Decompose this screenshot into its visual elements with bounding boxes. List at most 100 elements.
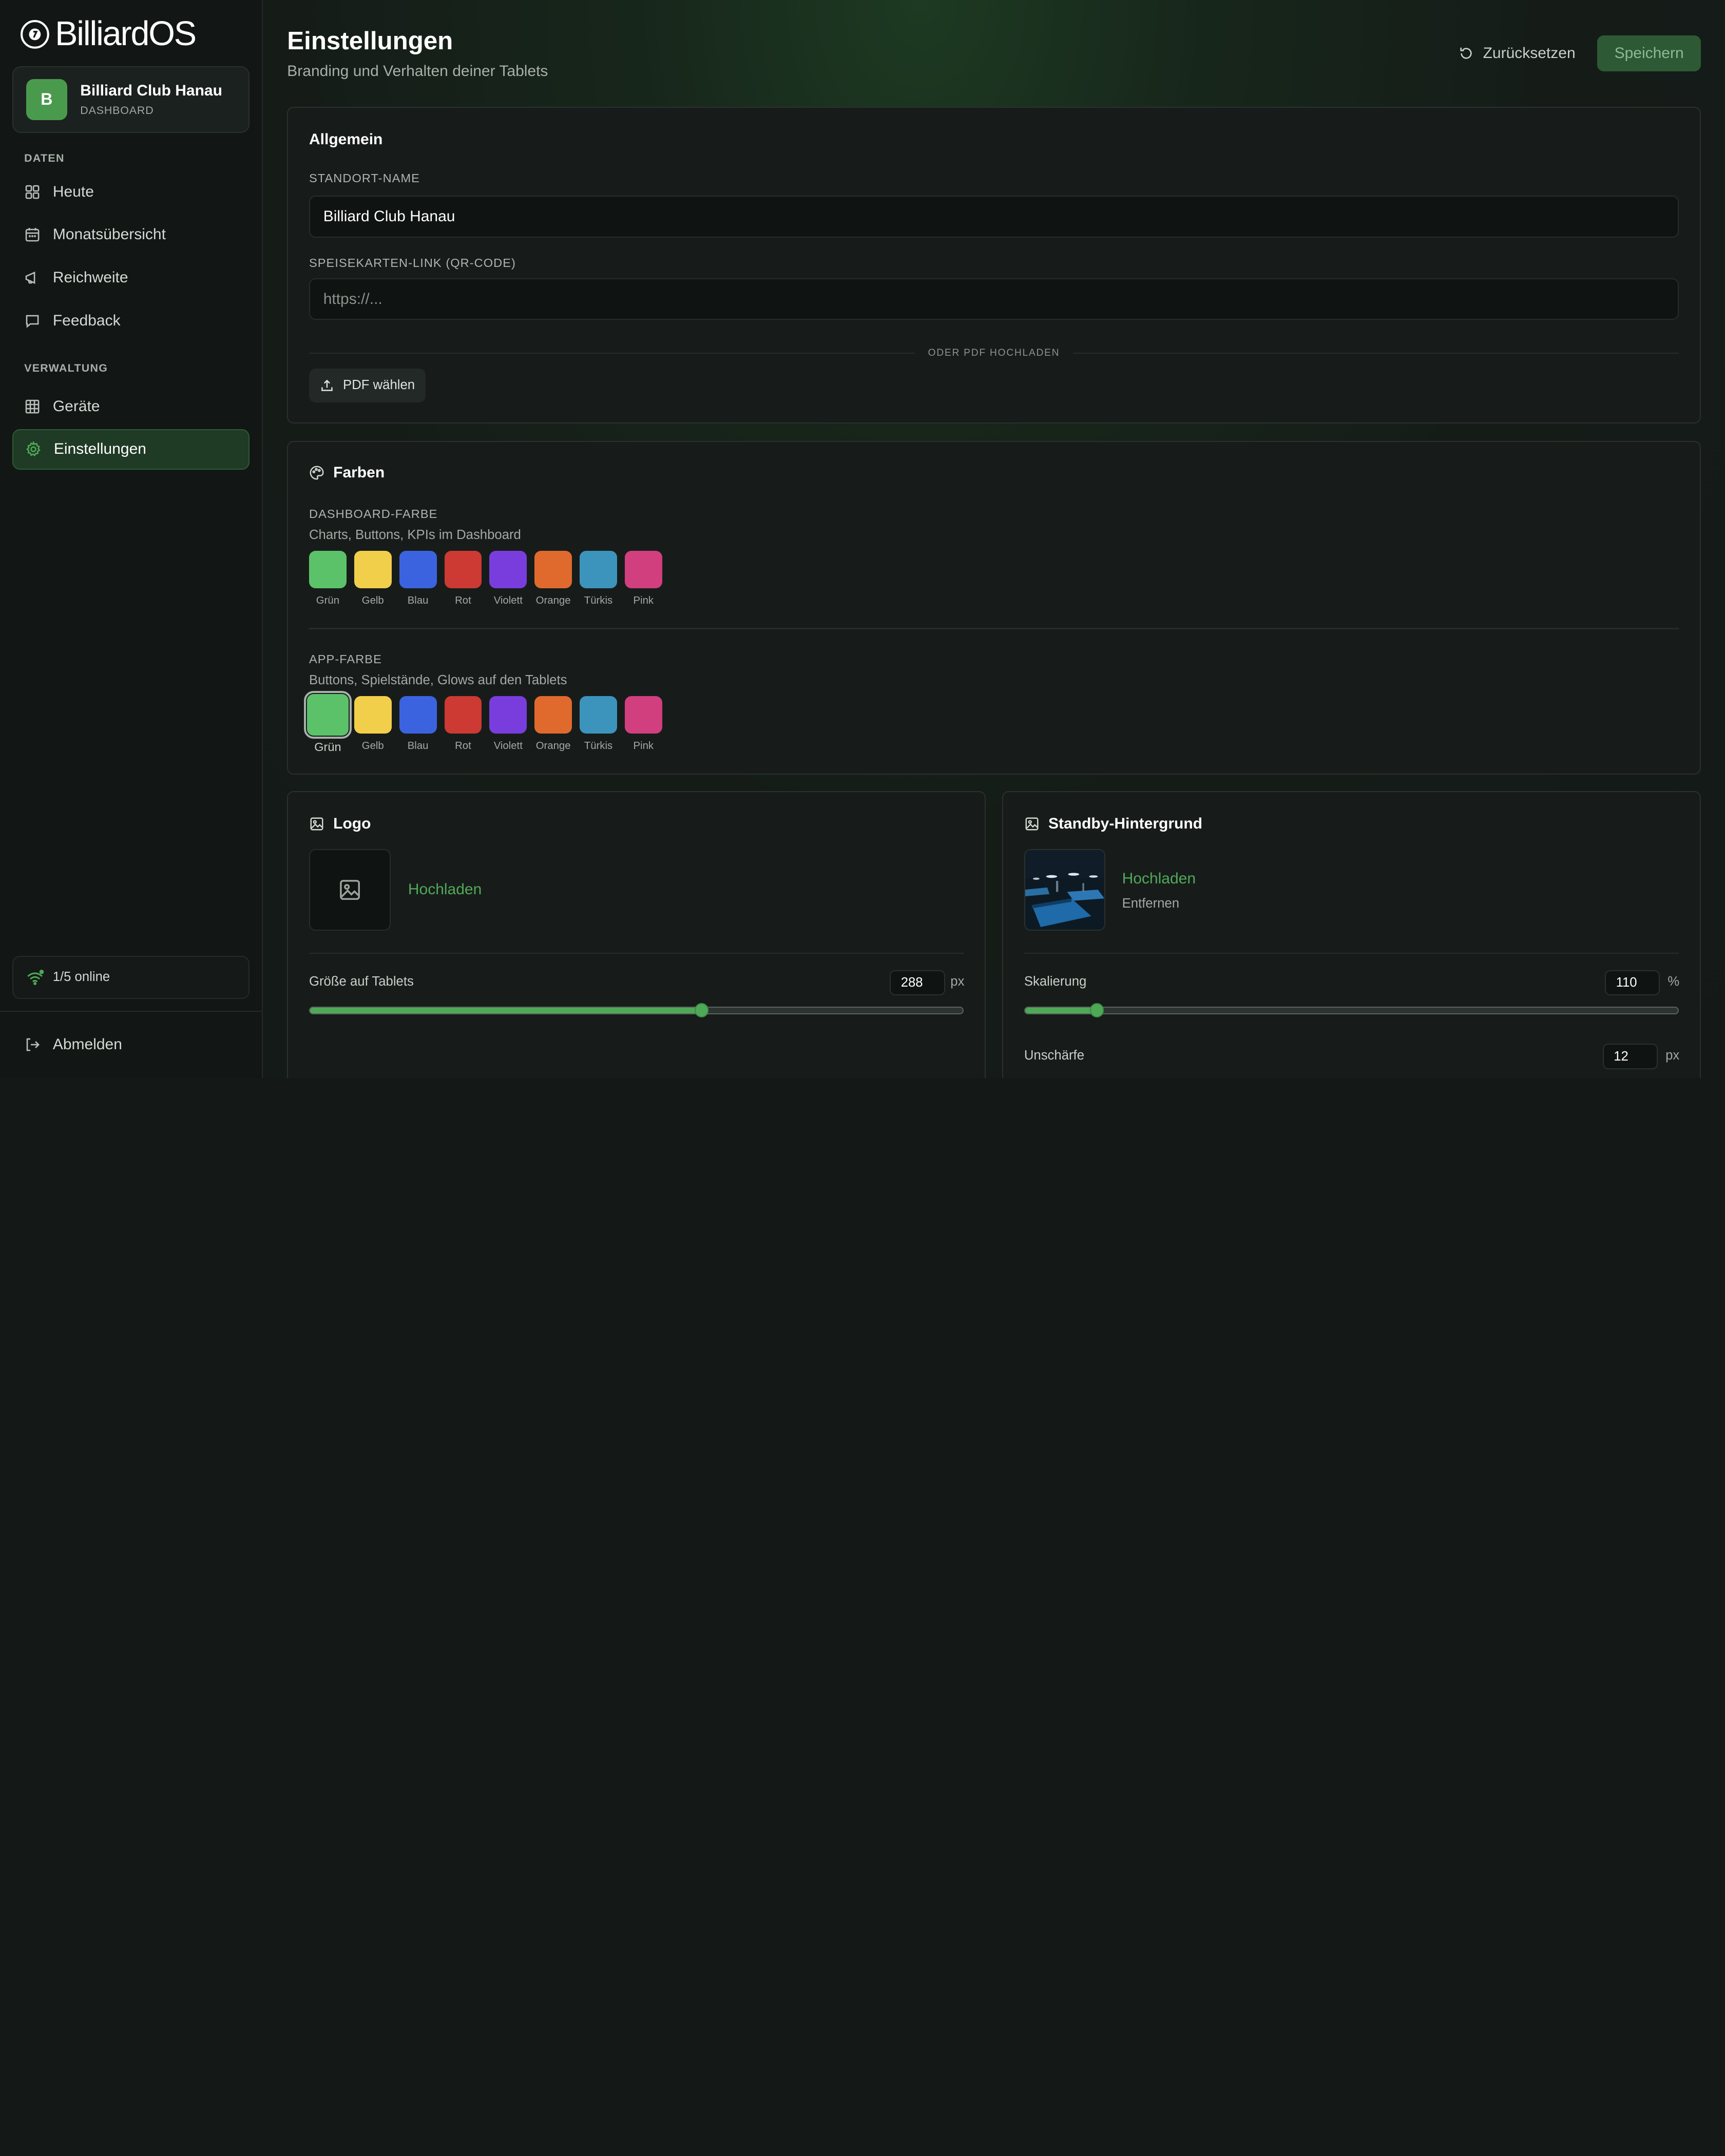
blur-unit: px [1665, 1048, 1680, 1063]
standby-title-text: Standby-Hintergrund [1048, 815, 1202, 832]
dashboard-color-swatch[interactable]: Grün [309, 551, 347, 607]
dashboard-color-swatch[interactable]: Gelb [354, 551, 392, 607]
dashboard-color-swatch-color [354, 551, 392, 589]
app-color-help: Buttons, Spielstände, Glows auf den Tabl… [309, 673, 567, 688]
scale-unit: % [1667, 974, 1680, 989]
logo-size-slider-fill [310, 1007, 702, 1013]
reset-button[interactable]: Zurücksetzen [1450, 35, 1584, 72]
app-color-swatch[interactable]: Gelb [354, 696, 392, 754]
standby-separator [1024, 952, 1679, 954]
dashboard-color-swatch-label: Gelb [361, 595, 384, 607]
colors-title: Farben [309, 464, 385, 482]
general-card: Allgemein STANDORT-NAME Billiard Club Ha… [287, 106, 1701, 424]
logo-separator [309, 952, 964, 954]
colors-separator [309, 628, 1679, 629]
dashboard-color-swatch-color [580, 551, 617, 589]
logo-title-text: Logo [333, 815, 371, 832]
scale-slider[interactable] [1024, 1003, 1679, 1017]
dashboard-color-swatch-color [489, 551, 527, 589]
colors-card: Farben DASHBOARD-FARBE Charts, Buttons, … [287, 441, 1701, 775]
or-divider: ODER PDF HOCHLADEN [309, 346, 1679, 360]
logo-title: Logo [309, 815, 371, 833]
billiard-hall-image [1025, 850, 1105, 930]
app-color-swatch[interactable]: Grün [303, 690, 352, 754]
dashboard-color-swatch[interactable]: Türkis [580, 551, 617, 607]
logo-size-slider-thumb[interactable] [694, 1003, 709, 1017]
logo-size-slider[interactable] [309, 1003, 964, 1017]
reset-icon [1460, 47, 1472, 59]
logo-preview[interactable] [309, 849, 391, 931]
logo-card: Logo Hochladen Größe auf Tablets 288 px [287, 791, 986, 1078]
logo-size-input[interactable]: 288 [890, 970, 945, 996]
app-color-swatch-color [489, 696, 527, 734]
pdf-upload-button[interactable]: PDF wählen [309, 368, 426, 403]
app-color-swatch-color [624, 696, 662, 734]
app-color-swatch-label: Türkis [584, 740, 613, 752]
menu-link-input[interactable]: https://... [309, 278, 1679, 320]
app-color-swatch[interactable]: Violett [489, 696, 527, 754]
dashboard-color-swatch-label: Grün [316, 595, 340, 607]
app-color-swatch-label: Gelb [361, 740, 384, 752]
palette-icon [310, 466, 324, 480]
app-color-swatch[interactable]: Türkis [580, 696, 617, 754]
logo-size-label: Größe auf Tablets [309, 974, 414, 989]
app-color-swatch-color [399, 696, 437, 734]
dashboard-color-swatch[interactable]: Orange [534, 551, 572, 607]
dashboard-color-swatch-label: Blau [407, 595, 429, 607]
scale-input[interactable]: 110 [1605, 970, 1660, 996]
app-color-swatch[interactable]: Rot [444, 696, 482, 754]
app-color-swatch-label: Pink [633, 740, 654, 752]
location-name-input[interactable]: Billiard Club Hanau [309, 196, 1679, 238]
save-button[interactable]: Speichern [1597, 35, 1701, 72]
app-color-swatch[interactable]: Orange [534, 696, 572, 754]
scale-slider-thumb[interactable] [1089, 1003, 1104, 1017]
dashboard-color-swatch-label: Violett [493, 595, 523, 607]
page-title: Einstellungen [287, 27, 453, 55]
dashboard-color-label: DASHBOARD-FARBE [309, 507, 438, 521]
blur-label: Unschärfe [1024, 1048, 1084, 1063]
dashboard-color-swatch-label: Türkis [584, 595, 613, 607]
dashboard-color-swatch-label: Orange [535, 595, 571, 607]
dashboard-color-swatch-color [624, 551, 662, 589]
logo-size-unit: px [950, 974, 965, 989]
menu-link-label: SPEISEKARTEN-LINK (QR-CODE) [309, 256, 516, 270]
pdf-upload-label: PDF wählen [343, 378, 415, 393]
image-placeholder-icon [339, 879, 360, 900]
general-title: Allgemein [309, 130, 383, 148]
blur-input[interactable]: 12 [1602, 1044, 1658, 1069]
dashboard-color-swatch[interactable]: Violett [489, 551, 527, 607]
main-content: Einstellungen Branding und Verhalten dei… [263, 0, 1725, 1078]
standby-title: Standby-Hintergrund [1024, 815, 1202, 833]
logo-upload-link[interactable]: Hochladen [408, 881, 482, 898]
dashboard-color-swatch-label: Rot [455, 595, 471, 607]
location-label: STANDORT-NAME [309, 171, 420, 185]
app-color-swatch-label: Rot [455, 740, 471, 752]
dashboard-color-swatch[interactable]: Blau [399, 551, 437, 607]
dashboard-color-swatch[interactable]: Pink [624, 551, 662, 607]
standby-card: Standby-Hintergrund Hochladen Entfernen … [1002, 791, 1701, 1078]
app-color-swatch-color [444, 696, 482, 734]
reset-label: Zurücksetzen [1483, 44, 1576, 62]
app-color-swatch-color [580, 696, 617, 734]
colors-title-text: Farben [333, 464, 385, 482]
dashboard-color-swatch[interactable]: Rot [444, 551, 482, 607]
app-color-swatch-color [303, 690, 352, 739]
upload-icon [321, 379, 333, 391]
standby-upload-link[interactable]: Hochladen [1122, 870, 1196, 888]
app-color-swatch-label: Grün [314, 740, 341, 754]
dashboard-color-help: Charts, Buttons, KPIs im Dashboard [309, 528, 521, 543]
app-color-swatch-label: Blau [407, 740, 429, 752]
page-subtitle: Branding und Verhalten deiner Tablets [287, 63, 548, 80]
standby-background-preview[interactable] [1024, 849, 1106, 931]
app-color-label: APP-FARBE [309, 652, 382, 666]
dashboard-color-swatch-label: Pink [633, 595, 654, 607]
image-icon [1025, 817, 1039, 831]
dashboard-color-swatch-color [399, 551, 437, 589]
app-color-swatch[interactable]: Blau [399, 696, 437, 754]
scale-label: Skalierung [1024, 974, 1087, 989]
standby-remove-link[interactable]: Entfernen [1122, 896, 1179, 911]
app-color-swatch-label: Orange [535, 740, 571, 752]
dashboard-color-swatch-color [309, 551, 347, 589]
app-color-swatch[interactable]: Pink [624, 696, 662, 754]
app-color-swatch-color [354, 696, 392, 734]
